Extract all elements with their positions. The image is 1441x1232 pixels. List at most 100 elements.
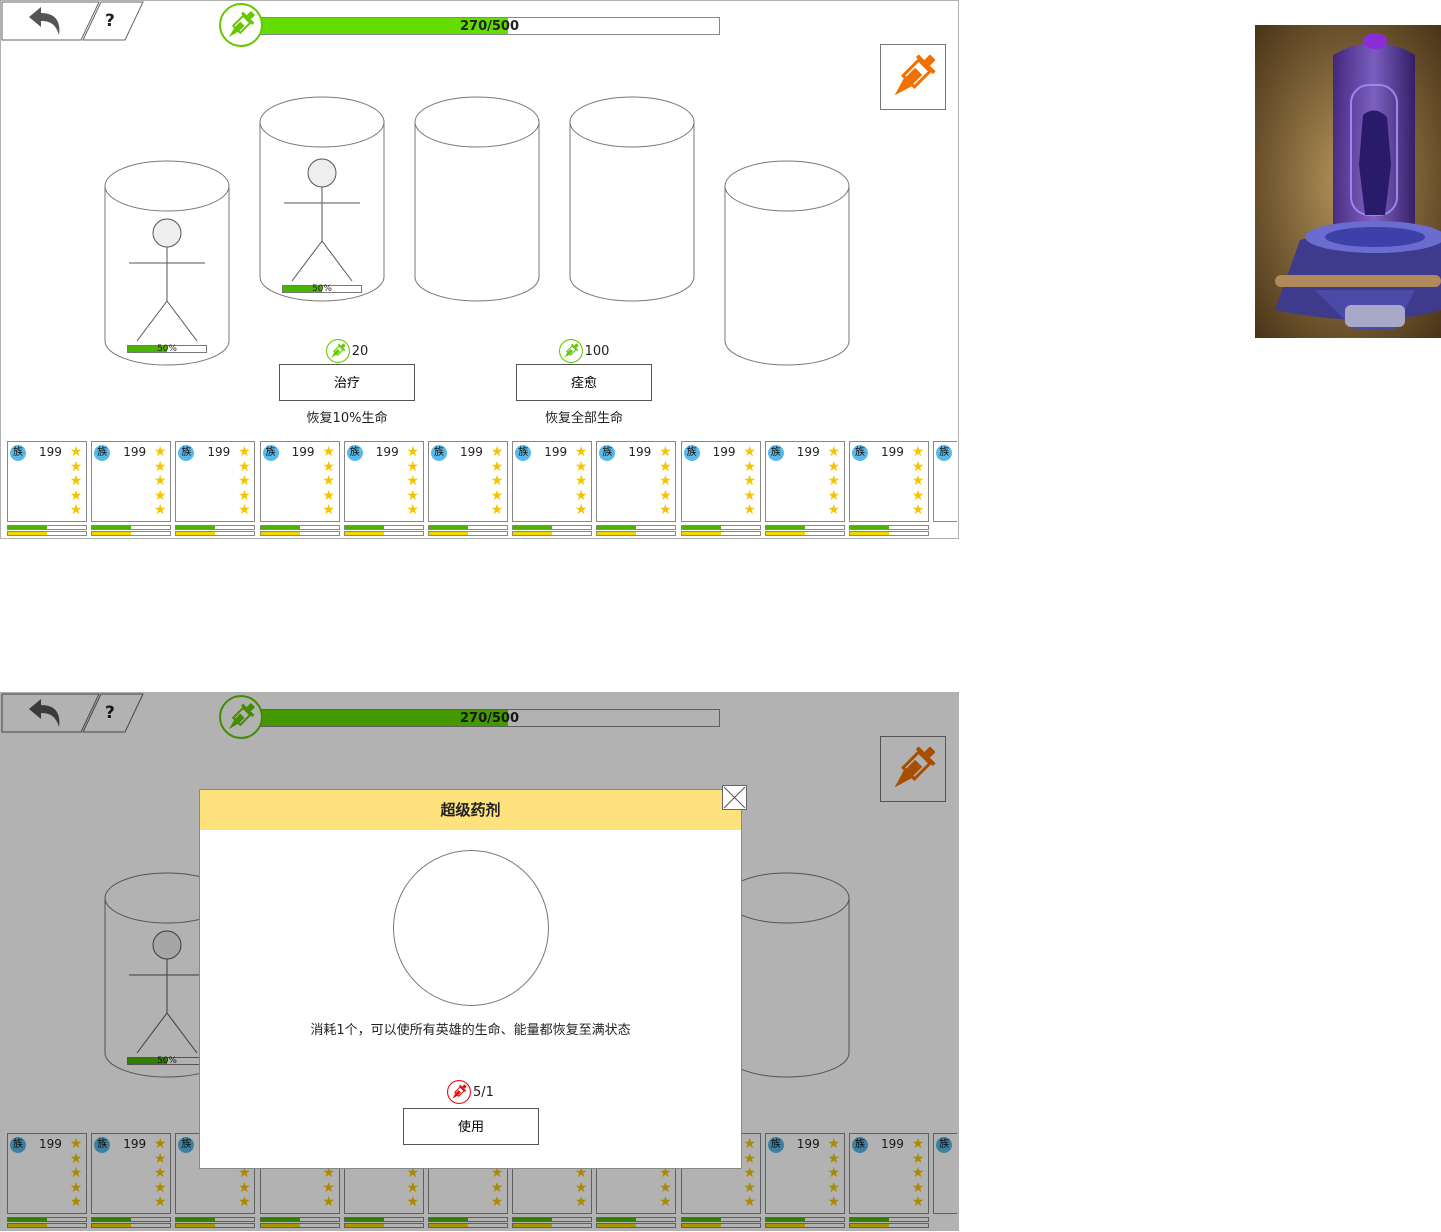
hero-energy-fill [513, 532, 553, 535]
star-icon: ★ [574, 444, 588, 460]
star-icon: ★ [911, 444, 925, 460]
hero-card[interactable]: 族199★★★★★ [343, 441, 424, 537]
help-label: ? [105, 11, 115, 31]
star-icon: ★ [490, 487, 504, 504]
star-icon: ★ [659, 458, 672, 475]
dropper-potion-icon [219, 3, 263, 47]
hero-card[interactable]: 族199★★★★★ [175, 441, 256, 537]
use-button[interactable]: 使用 [403, 1108, 539, 1145]
heal-button[interactable]: 治疗 [279, 364, 415, 401]
star-icon: ★ [911, 487, 925, 504]
hero-card-frame: 族199★★★★★ [175, 441, 256, 522]
hero-level: 199 [460, 445, 483, 459]
star-icon: ★ [322, 487, 335, 504]
hero-card-frame: 族199★★★★★ [849, 441, 929, 522]
star-icon: ★ [827, 458, 841, 475]
energy-text: 270/500 [459, 19, 520, 34]
hero-card[interactable]: 族199★★★★★ [512, 441, 593, 537]
hero-hp-bar [512, 525, 593, 530]
full-heal-action: 100 痊愈 恢复全部生命 [516, 338, 652, 426]
close-icon [723, 786, 746, 809]
super-potion-button[interactable] [880, 44, 946, 110]
hero-card-frame: 族199★★★★★ [764, 441, 845, 522]
hero-card[interactable]: 族199★★★★★ [91, 441, 172, 537]
clan-badge: 族 [94, 445, 111, 461]
hero-level: 199 [712, 445, 736, 459]
hero-card-frame: 族199★★★★★ [343, 441, 424, 522]
star-icon: ★ [153, 487, 167, 504]
hero-energy-fill [92, 532, 132, 535]
hero-energy-bar [343, 531, 424, 536]
star-rating: ★★★★★ [406, 445, 420, 518]
full-heal-cost: 100 [516, 338, 652, 364]
help-button[interactable]: ? [85, 1, 141, 39]
star-icon: ★ [238, 458, 251, 475]
star-icon: ★ [406, 473, 420, 490]
hero-energy-bar [512, 531, 593, 536]
healing-tank-render [1255, 25, 1441, 338]
hero-card[interactable]: 族199★★★★★ [259, 441, 340, 537]
star-icon: ★ [69, 444, 83, 460]
heal-cost-value: 20 [351, 343, 369, 359]
tank-outline [569, 96, 695, 302]
star-icon: ★ [574, 458, 588, 475]
clan-badge: 族 [178, 445, 195, 461]
hero-card[interactable]: 族199★★★★★ [849, 441, 929, 537]
hero-card[interactable]: 族199★★★★★ [680, 441, 761, 537]
hero-hp-bar [91, 525, 172, 530]
star-icon: ★ [490, 502, 504, 519]
energy-meter: 270/500 [219, 3, 724, 49]
star-rating: ★★★★★ [322, 445, 336, 518]
hero-energy-fill [765, 532, 805, 535]
hero-energy-fill [597, 532, 637, 535]
back-button[interactable] [1, 1, 91, 39]
heal-action: 20 治疗 恢复10%生命 [279, 338, 415, 426]
healing-tank[interactable]: 50% [103, 159, 231, 369]
clan-badge: 族 [515, 445, 532, 461]
hero-hp-bar [849, 525, 929, 530]
star-rating: ★★★★★ [574, 445, 588, 518]
hero-hp-fill [850, 526, 889, 529]
hero-hp-fill [681, 526, 721, 529]
star-icon: ★ [911, 473, 925, 490]
hero-hp-fill [513, 526, 553, 529]
hero-card[interactable]: 族199★★★★★ [596, 441, 677, 537]
full-heal-desc: 恢复全部生命 [544, 411, 623, 426]
healing-tank[interactable] [413, 95, 541, 305]
star-icon: ★ [911, 458, 925, 475]
hero-hp-fill [597, 526, 637, 529]
hero-energy-fill [850, 532, 889, 535]
clan-badge: 族 [936, 445, 953, 461]
close-button[interactable] [722, 785, 747, 810]
star-icon: ★ [238, 502, 251, 519]
clan-badge: 族 [767, 445, 784, 461]
healing-screen-with-modal: ? 270/500 50% 族 199 ★ ★ ★ ★ ★ 族 199 ★ ★ … [0, 692, 959, 1231]
hero-card[interactable]: 族199★★★★★ [764, 441, 845, 537]
dialog-description: 消耗1个，可以使所有英雄的生命、能量都恢复至满状态 [310, 1023, 631, 1038]
hero-card[interactable]: 族 [933, 441, 957, 537]
star-rating: ★★★★★ [743, 445, 757, 518]
healing-tank[interactable]: 50% [258, 95, 386, 305]
star-icon: ★ [406, 502, 420, 519]
star-icon: ★ [574, 487, 588, 504]
star-icon: ★ [659, 502, 672, 519]
star-icon: ★ [153, 444, 167, 460]
star-icon: ★ [153, 458, 167, 475]
hero-card[interactable]: 族199★★★★★ [7, 441, 87, 537]
star-icon: ★ [238, 473, 251, 490]
hero-card-frame: 族199★★★★★ [7, 441, 87, 522]
hero-card-list[interactable]: 族 199 ★ ★ ★ ★ ★ 族 199 ★ ★ ★ ★ ★ 族 199 ★ ★ ★ ★ ★ 族 199 ★ ★ ★ ★ ★ 族 199… [7, 441, 957, 538]
hero-card[interactable]: 族199★★★★★ [428, 441, 508, 537]
healing-tank[interactable] [568, 95, 696, 305]
star-icon: ★ [322, 458, 335, 475]
star-icon: ★ [69, 487, 83, 504]
full-heal-button[interactable]: 痊愈 [516, 364, 652, 401]
hero-hp-bar [259, 525, 340, 530]
healing-tank[interactable] [723, 159, 851, 369]
hero-energy-fill [344, 532, 384, 535]
star-icon: ★ [153, 473, 167, 490]
star-icon: ★ [743, 444, 756, 460]
hero-card-frame: 族199★★★★★ [680, 441, 761, 522]
star-icon: ★ [743, 458, 756, 475]
hero-energy-bar [175, 531, 256, 536]
